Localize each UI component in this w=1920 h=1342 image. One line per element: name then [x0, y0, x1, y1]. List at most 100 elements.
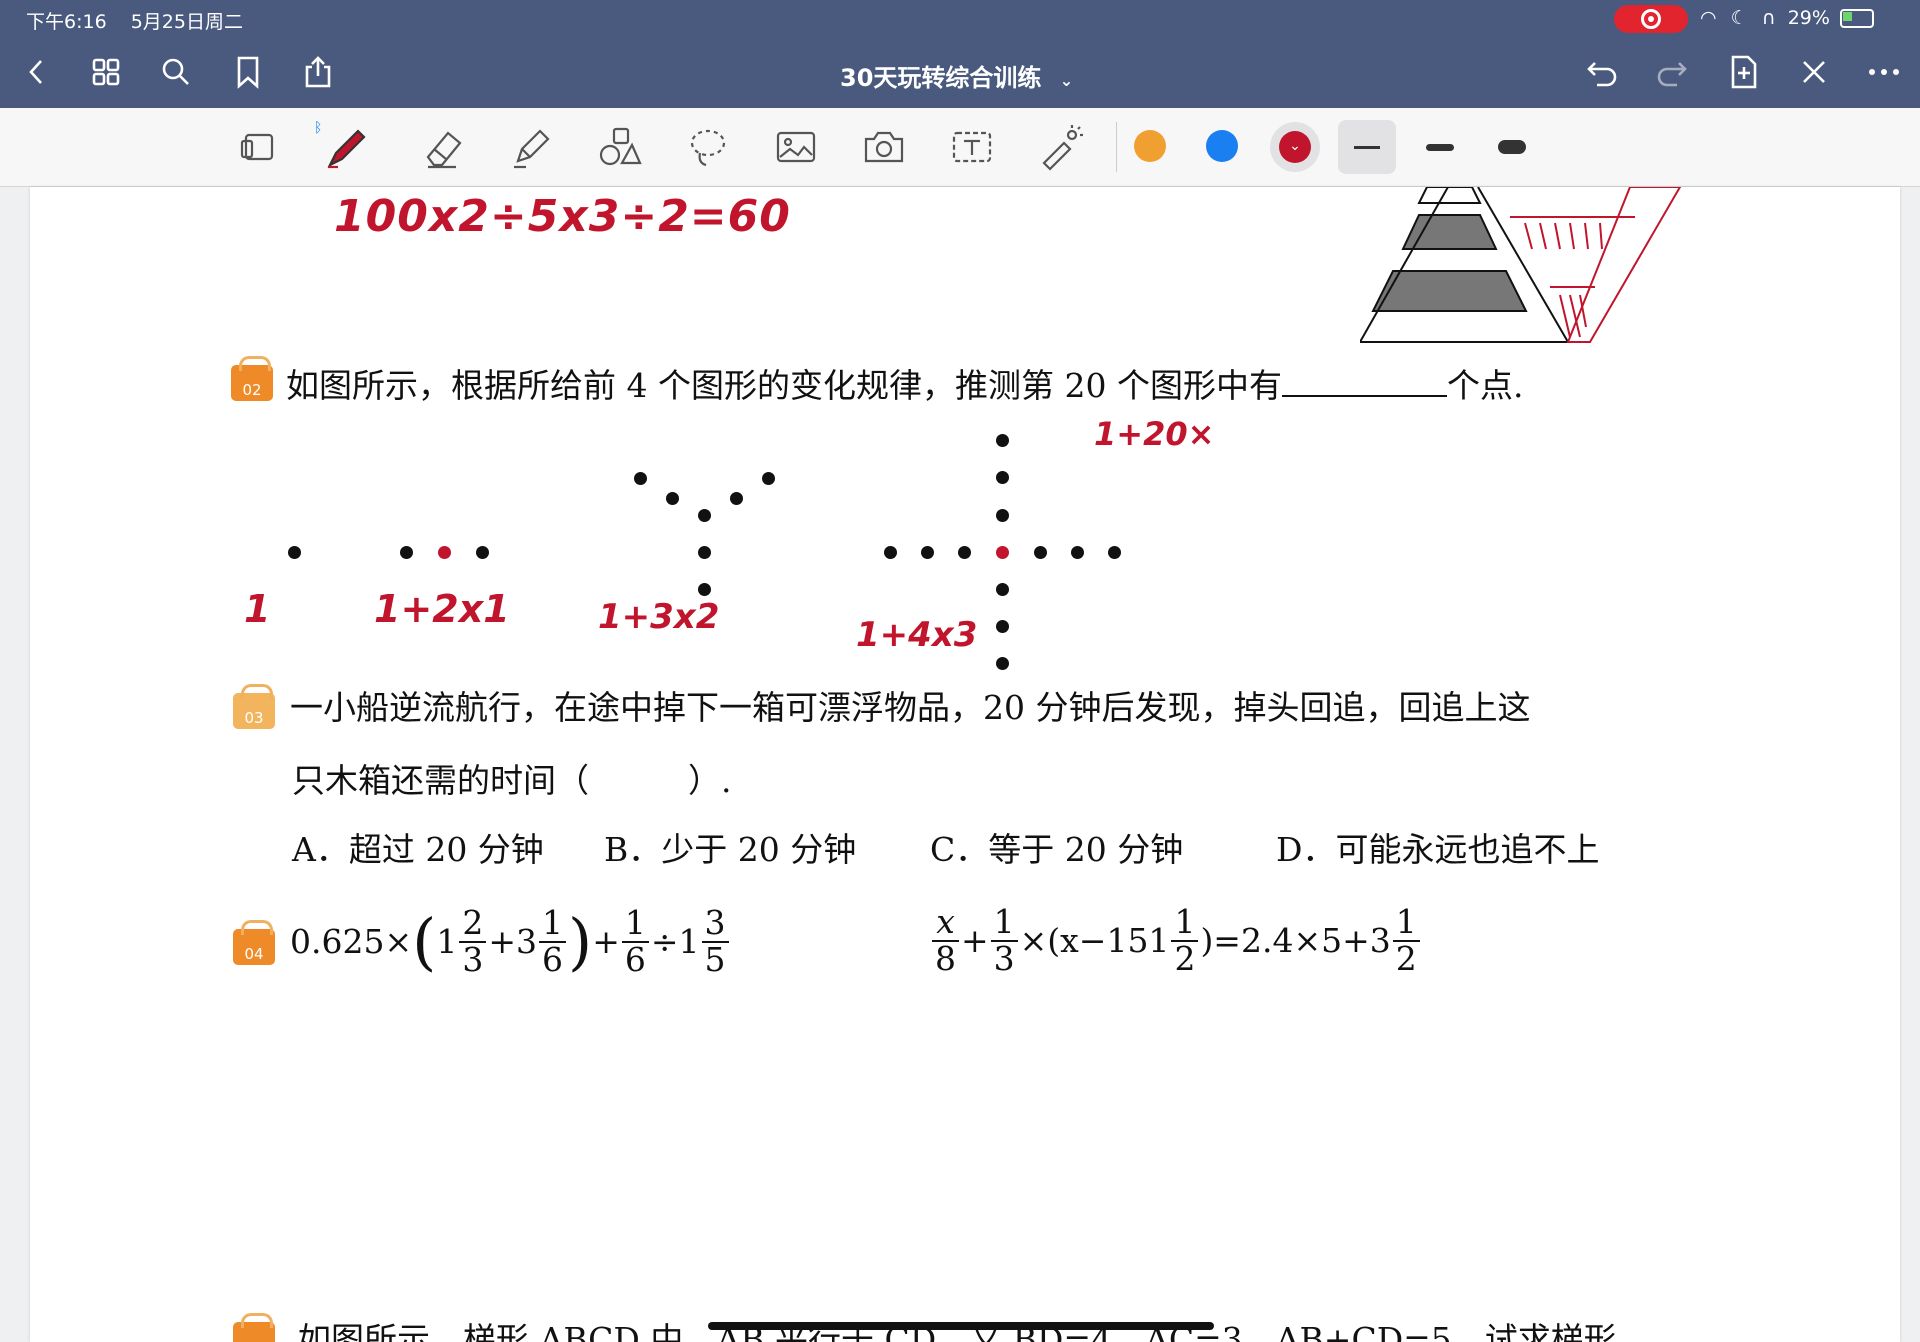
figure2-dot — [476, 546, 489, 559]
status-bar: 下午6:16 5月25日周二 ◠ ☾ ∩ 29% — [0, 0, 1920, 38]
figure4-dot — [1071, 546, 1084, 559]
redo-button[interactable] — [1652, 52, 1692, 92]
chevron-left-icon — [29, 60, 42, 84]
back-button[interactable] — [16, 52, 56, 92]
document-title[interactable]: 30天玩转综合训练 ⌄ — [840, 58, 1073, 93]
undo-button[interactable] — [1582, 52, 1622, 92]
highlighter-tool-button[interactable] — [504, 120, 560, 174]
chevron-down-icon: ⌄ — [1059, 71, 1074, 90]
answer-blank[interactable] — [1281, 369, 1447, 397]
status-right: ◠ ☾ ∩ 29% — [1700, 7, 1874, 29]
text-icon — [952, 131, 992, 163]
question-02-text: 如图所示，根据所给前 4 个图形的变化规律，推测第 20 个图形中有 个点. — [286, 359, 1523, 407]
figure2-dot — [438, 546, 451, 559]
bookmark-icon — [237, 56, 259, 89]
option-d[interactable]: D．可能永远也追不上 — [1276, 823, 1599, 871]
color-swatch-blue[interactable] — [1206, 130, 1238, 162]
wifi-icon: ◠ — [1700, 7, 1717, 29]
camera-icon — [864, 131, 904, 163]
handwritten-fig4: 1+4x3 — [856, 615, 978, 655]
search-icon — [162, 58, 189, 85]
more-button[interactable] — [1864, 52, 1904, 92]
laser-pointer-icon — [1042, 125, 1083, 171]
eraser-tool-button[interactable] — [416, 120, 472, 174]
question-badge-02: 02 — [231, 356, 273, 401]
figure3-dot — [634, 472, 647, 485]
handwritten-fig2: 1+2x1 — [374, 587, 510, 631]
figure2-dot — [400, 546, 413, 559]
search-button[interactable] — [156, 52, 196, 92]
share-button[interactable] — [298, 52, 338, 92]
handwritten-fig1: 1 — [244, 587, 271, 631]
page-tool-button[interactable] — [230, 120, 286, 174]
question-03-line1: 一小船逆流航行，在途中掉下一箱可漂浮物品，20 分钟后发现，掉头回追，回追上这 — [290, 688, 1531, 727]
figure4-dot — [958, 546, 971, 559]
laser-pointer-tool-button[interactable] — [1032, 120, 1088, 174]
figure3-dot — [762, 472, 775, 485]
option-a[interactable]: A．超过 20 分钟 — [292, 823, 544, 871]
handwritten-formula: 1+20× — [1094, 415, 1215, 453]
add-page-button[interactable] — [1724, 52, 1764, 92]
shapes-icon — [599, 127, 642, 166]
figure1-dot — [288, 546, 301, 559]
home-indicator[interactable] — [708, 1322, 1214, 1330]
option-b[interactable]: B．少于 20 分钟 — [604, 823, 856, 871]
handwritten-fig3: 1+3x2 — [598, 597, 720, 637]
figure4-dot — [1108, 546, 1121, 559]
add-page-icon — [1731, 55, 1757, 89]
question-03-line2: 只木箱还需的时间（ ）. — [292, 761, 732, 800]
status-date: 5月25日周二 — [130, 11, 243, 33]
eraser-icon — [426, 131, 462, 169]
image-tool-button[interactable] — [768, 120, 824, 174]
stroke-thin-icon — [1354, 146, 1380, 149]
bookmark-button[interactable] — [228, 52, 268, 92]
battery-icon — [1839, 9, 1874, 28]
document-page[interactable]: 100x2÷5x3÷2=60 02 如图所示，根据所给前 4 个图形的变化规律，… — [30, 187, 1900, 1342]
screen-record-indicator[interactable] — [1614, 5, 1688, 33]
figure3-dot — [698, 509, 711, 522]
stroke-medium-button[interactable] — [1426, 144, 1454, 151]
camera-tool-button[interactable] — [856, 120, 912, 174]
figure3-dot — [698, 546, 711, 559]
bluetooth-icon: ᛒ — [314, 120, 323, 136]
text-tool-button[interactable] — [944, 120, 1000, 174]
page-icon — [240, 133, 274, 161]
option-c[interactable]: C．等于 20 分钟 — [930, 823, 1183, 871]
record-icon — [1641, 9, 1661, 29]
grid-view-button[interactable] — [86, 52, 126, 92]
question-02-suffix: 个点. — [1446, 366, 1524, 405]
figure4-dot — [884, 546, 897, 559]
stroke-thin-button[interactable] — [1338, 120, 1396, 174]
undo-icon — [1587, 62, 1617, 87]
image-icon — [776, 131, 816, 163]
headphones-icon: ∩ — [1761, 7, 1776, 29]
shapes-tool-button[interactable] — [592, 120, 648, 174]
color-swatch-orange[interactable] — [1134, 130, 1166, 162]
battery-percent: 29% — [1787, 7, 1830, 29]
pen-tool-button[interactable]: ᛒ — [314, 120, 374, 174]
moon-icon: ☾ — [1730, 7, 1748, 29]
figure4-dot — [996, 509, 1009, 522]
figure3-dot — [698, 583, 711, 596]
figure4-dot — [996, 657, 1009, 670]
handwritten-calc: 100x2÷5x3÷2=60 — [334, 191, 791, 242]
stroke-thick-button[interactable] — [1498, 140, 1526, 154]
lasso-tool-button[interactable] — [680, 120, 736, 174]
expression-1: 0.625×(1 2 3 +3 1 6)+ 1 6 ÷1 3 5 — [290, 905, 731, 978]
status-time-date: 下午6:16 5月25日周二 — [26, 7, 261, 34]
figure4-dot — [996, 471, 1009, 484]
close-edit-button[interactable] — [1794, 52, 1834, 92]
figure4-dot — [1034, 546, 1047, 559]
question-badge-05 — [233, 1313, 275, 1342]
color-swatch-red-selected[interactable]: ⌄ — [1270, 122, 1320, 172]
figure4-dot — [921, 546, 934, 559]
figure3-dot — [666, 492, 679, 505]
redo-icon — [1657, 62, 1687, 87]
figure3-dot — [730, 492, 743, 505]
highlighter-icon — [514, 129, 550, 169]
more-icon — [1869, 69, 1899, 75]
grid-icon — [92, 58, 120, 86]
pen-icon — [327, 129, 366, 169]
figure4-dot — [996, 583, 1009, 596]
figure4-dot — [996, 546, 1009, 559]
